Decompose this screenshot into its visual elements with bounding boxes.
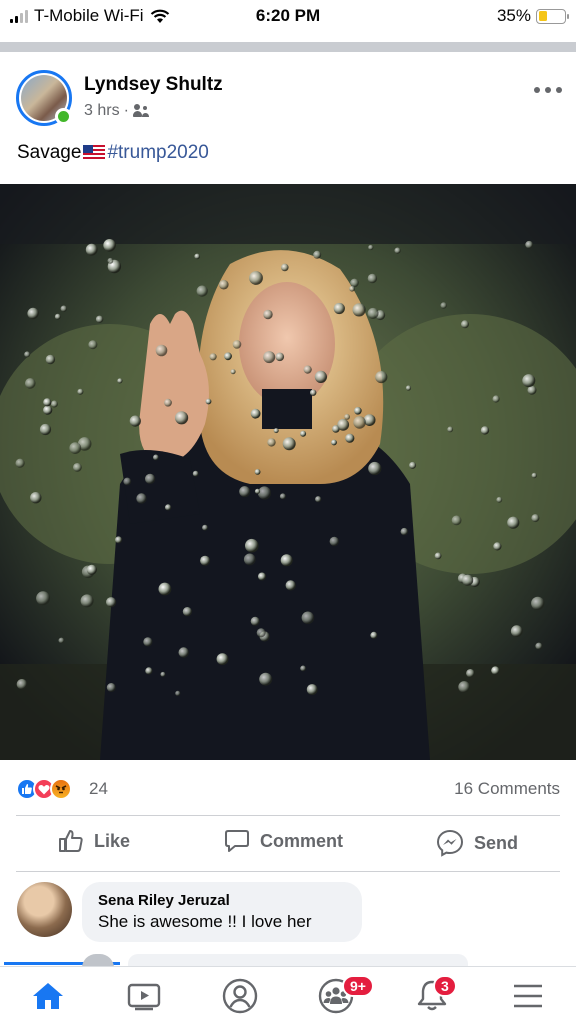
reactions-divider <box>16 815 560 816</box>
thumbs-up-icon <box>59 830 83 852</box>
feed-divider <box>0 42 576 52</box>
friends-icon <box>132 104 151 118</box>
battery-icon <box>536 8 569 24</box>
like-button[interactable]: Like <box>58 829 130 853</box>
groups-badge: 9+ <box>342 975 374 997</box>
status-right: 35% <box>496 6 569 26</box>
like-label: Like <box>94 830 131 851</box>
comments-count[interactable]: 16 Comments <box>454 779 560 799</box>
post-meta: 3 hrs · <box>84 102 151 120</box>
send-label: Send <box>474 832 519 853</box>
online-status-dot <box>55 108 72 125</box>
comment-author[interactable]: Sena Riley Jeruzal <box>98 892 346 909</box>
nav-watch[interactable] <box>119 973 169 1019</box>
author-name[interactable]: Lyndsey Shultz <box>84 74 223 96</box>
comment-bubble[interactable]: Sena Riley Jeruzal She is awesome !! I l… <box>82 882 362 942</box>
battery-percent: 35% <box>496 6 531 25</box>
action-bar: Like Comment Send <box>0 817 576 873</box>
comment-icon <box>225 830 249 852</box>
comment-label: Comment <box>260 830 344 851</box>
notifications-badge: 3 <box>433 975 457 997</box>
reactions-row[interactable]: 24 16 Comments <box>0 772 576 806</box>
comment-text: She is awesome !! I love her <box>98 912 312 931</box>
home-icon <box>33 983 63 1009</box>
post-header: Lyndsey Shultz 3 hrs · <box>0 62 576 132</box>
post-photo-image <box>0 184 576 760</box>
messenger-icon <box>436 829 464 857</box>
send-button[interactable]: Send <box>436 829 518 857</box>
meta-separator: · <box>123 102 129 119</box>
profile-icon <box>222 978 258 1014</box>
nav-menu[interactable] <box>503 973 553 1019</box>
nav-home[interactable] <box>23 973 73 1019</box>
hashtag-link[interactable]: #trump2020 <box>107 142 208 163</box>
us-flag-icon <box>83 145 106 159</box>
commenter-avatar[interactable] <box>17 882 72 937</box>
menu-icon <box>514 984 542 1008</box>
reaction-count[interactable]: 24 <box>89 779 108 799</box>
nav-profile[interactable] <box>215 973 265 1019</box>
more-options-button[interactable] <box>534 80 562 100</box>
bottom-nav: 9+ 3 <box>0 966 576 1024</box>
ellipsis-icon <box>534 87 540 93</box>
comment-button[interactable]: Comment <box>224 829 343 853</box>
nav-groups[interactable]: 9+ <box>311 973 374 1019</box>
status-time: 6:20 PM <box>255 6 321 25</box>
nav-notifications[interactable]: 3 <box>407 973 457 1019</box>
angry-reaction-icon <box>50 778 72 800</box>
reaction-icons <box>16 778 72 800</box>
watch-icon <box>127 983 161 1011</box>
comment-item: Sena Riley Jeruzal She is awesome !! I l… <box>0 880 576 950</box>
status-bar: T-Mobile Wi-Fi 6:20 PM 35% <box>0 0 576 34</box>
battery-fill <box>538 11 548 21</box>
post-photo[interactable] <box>0 184 576 760</box>
actions-divider <box>16 871 560 872</box>
post-text: Savage #trump2020 <box>17 142 209 164</box>
post-text-body: Savage <box>17 142 82 163</box>
post-time[interactable]: 3 hrs <box>84 102 120 120</box>
